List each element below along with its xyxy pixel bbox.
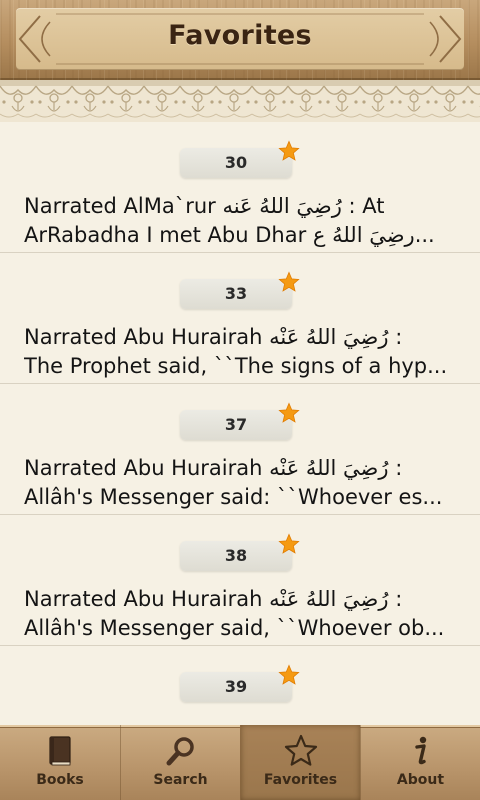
star-icon[interactable] — [278, 140, 300, 162]
hadith-preview-line: The Prophet said, ``The signs of a hyp..… — [24, 354, 448, 378]
tab-label: Search — [153, 772, 208, 788]
hadith-preview: Narrated Abu Hurairah رُضِيَ اللهُ عَنْه… — [24, 323, 464, 381]
star-outline-icon — [284, 734, 318, 766]
tab-label: Books — [36, 772, 84, 788]
page-title: Favorites — [168, 20, 312, 51]
hadith-preview-line: Narrated Abu Hurairah رُضِيَ اللهُ عَنْه… — [24, 456, 403, 480]
hadith-number-badge: 38 — [180, 541, 292, 571]
tab-search[interactable]: Search — [120, 725, 240, 800]
hadith-preview: Narrated AlMa`rur رُضِيَ اللهُ عَنه : At… — [24, 192, 464, 250]
hadith-preview-line: ArRabadha I met Abu Dhar رضِيَ اللهُ ع..… — [24, 223, 435, 247]
tab-label: Favorites — [263, 772, 338, 788]
list-item[interactable]: 38 Narrated Abu Hurairah رُضِيَ اللهُ عَ… — [0, 515, 480, 646]
list-item[interactable]: 30 Narrated AlMa`rur رُضِيَ اللهُ عَنه :… — [0, 122, 480, 253]
hadith-number-badge: 33 — [180, 279, 292, 309]
hadith-preview-line: Allâh's Messenger said, ``Whoever ob... — [24, 616, 445, 640]
list-item[interactable]: 33 Narrated Abu Hurairah رُضِيَ اللهُ عَ… — [0, 253, 480, 384]
bottom-tab-bar: Books Search Favorites About — [0, 725, 480, 800]
hadith-preview: Narrated Abu Hurairah رُضِيَ اللهُ عَنْه… — [24, 454, 464, 512]
list-item[interactable]: 39 — [0, 646, 480, 725]
hadith-preview-line: Narrated Abu Hurairah رُضِيَ اللهُ عَنْه… — [24, 325, 403, 349]
hadith-preview-line: Narrated Abu Hurairah رُضِيَ اللهُ عَنْه… — [24, 587, 403, 611]
hadith-number-badge: 37 — [180, 410, 292, 440]
magnifier-icon — [166, 737, 194, 766]
tab-books[interactable]: Books — [0, 725, 120, 800]
favorites-list[interactable]: 30 Narrated AlMa`rur رُضِيَ اللهُ عَنه :… — [0, 122, 480, 725]
ornament-border — [0, 80, 480, 122]
tab-label: About — [396, 772, 445, 788]
ornament-pattern — [0, 80, 480, 122]
star-icon[interactable] — [278, 271, 300, 293]
hadith-preview: Narrated Abu Hurairah رُضِيَ اللهُ عَنْه… — [24, 585, 464, 643]
book-icon — [49, 736, 71, 766]
tab-about[interactable]: About — [360, 725, 480, 800]
tab-favorites[interactable]: Favorites — [240, 725, 360, 800]
info-icon — [415, 736, 427, 765]
hadith-number-badge: 39 — [180, 672, 292, 702]
star-icon[interactable] — [278, 533, 300, 555]
star-icon[interactable] — [278, 664, 300, 686]
hadith-preview-line: Allâh's Messenger said: ``Whoever es... — [24, 485, 443, 509]
list-item[interactable]: 37 Narrated Abu Hurairah رُضِيَ اللهُ عَ… — [0, 384, 480, 515]
hadith-number-badge: 30 — [180, 148, 292, 178]
header-bar: Favorites — [0, 0, 480, 80]
hadith-preview-line: Narrated AlMa`rur رُضِيَ اللهُ عَنه : At — [24, 194, 385, 218]
star-icon[interactable] — [278, 402, 300, 424]
